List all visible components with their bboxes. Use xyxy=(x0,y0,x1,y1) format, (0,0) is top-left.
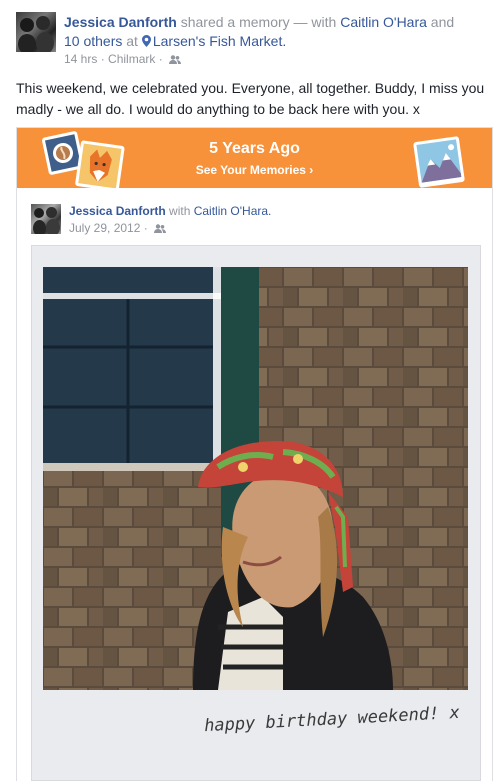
meta-separator-2: · xyxy=(155,52,167,66)
inner-separator: · xyxy=(140,221,152,235)
post-body-text: This weekend, we celebrated you. Everyon… xyxy=(16,80,485,117)
post-headline: Jessica Danforth shared a memory — with … xyxy=(64,13,494,51)
author-avatar[interactable] xyxy=(16,12,56,52)
friends-icon[interactable] xyxy=(154,224,167,233)
and-text: and xyxy=(426,14,455,30)
inner-author-avatar[interactable] xyxy=(31,204,61,234)
location-link[interactable]: Larsen's Fish Market. xyxy=(141,33,287,49)
post-meta: 14 hrs · Chilmark · xyxy=(64,52,182,66)
others-link[interactable]: 10 others xyxy=(64,33,122,49)
timestamp-link[interactable]: 14 hrs xyxy=(64,52,97,66)
tagged-person-link[interactable]: Caitlin O'Hara xyxy=(340,14,427,30)
inner-with-text: with xyxy=(165,204,194,218)
memory-card[interactable]: 5 Years Ago See Your Memories › Jessica … xyxy=(16,127,493,781)
author-name-link[interactable]: Jessica Danforth xyxy=(64,14,177,30)
inner-tagged-link[interactable]: Caitlin O'Hara. xyxy=(194,204,272,218)
see-memories-link[interactable]: See Your Memories › xyxy=(17,163,492,177)
memory-banner[interactable]: 5 Years Ago See Your Memories › xyxy=(17,128,492,188)
inner-meta: July 29, 2012 · xyxy=(69,221,167,235)
photo-caption: happy birthday weekend! x xyxy=(203,702,461,737)
place-link[interactable]: Chilmark xyxy=(108,52,155,66)
post-header: Jessica Danforth shared a memory — with … xyxy=(16,12,496,68)
inner-author-link[interactable]: Jessica Danforth xyxy=(69,204,166,218)
friends-icon[interactable] xyxy=(169,55,182,64)
pin-icon xyxy=(141,35,151,47)
inner-headline: Jessica Danforth with Caitlin O'Hara. xyxy=(69,204,271,218)
at-text: at xyxy=(122,33,142,49)
location-label: Larsen's Fish Market. xyxy=(152,33,287,49)
memory-title: 5 Years Ago xyxy=(209,140,300,157)
original-post-header: Jessica Danforth with Caitlin O'Hara. Ju… xyxy=(31,204,471,240)
inner-date-link[interactable]: July 29, 2012 xyxy=(69,221,140,235)
photo-image xyxy=(43,267,468,690)
meta-separator: · xyxy=(97,52,109,66)
action-text: shared a memory — with xyxy=(176,14,341,30)
memory-photo[interactable]: happy birthday weekend! x xyxy=(31,245,481,781)
